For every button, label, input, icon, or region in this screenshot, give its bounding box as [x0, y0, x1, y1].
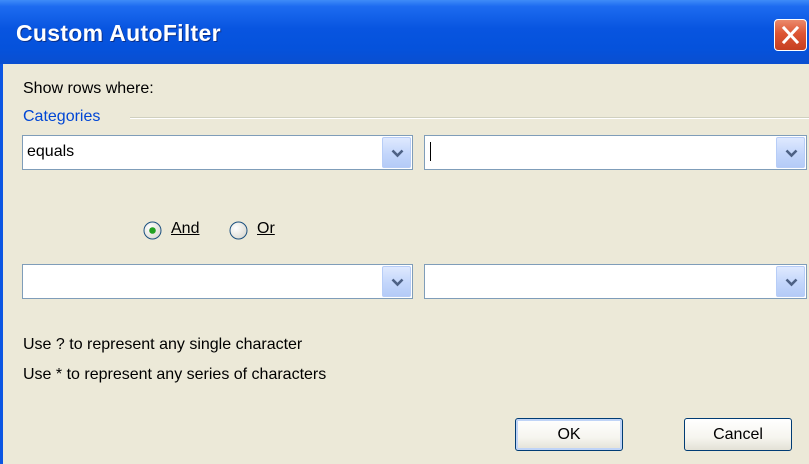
operator-1-dropdown-button[interactable]: [382, 137, 411, 168]
chevron-down-icon: [391, 149, 404, 158]
radio-and[interactable]: [143, 221, 162, 240]
operator-1-dropdown[interactable]: equals: [22, 135, 413, 170]
chevron-down-icon: [391, 278, 404, 287]
hint-single-character: Use ? to represent any single character: [23, 336, 303, 353]
group-label-categories: Categories: [23, 108, 101, 125]
title-bar[interactable]: Custom AutoFilter: [0, 0, 809, 64]
value-1-dropdown-button[interactable]: [776, 137, 805, 168]
value-2-dropdown-button[interactable]: [776, 266, 805, 297]
operator-1-value: equals: [27, 143, 75, 160]
text-cursor: [430, 142, 431, 161]
radio-or[interactable]: [229, 221, 248, 240]
radio-and-label[interactable]: And: [171, 220, 199, 238]
value-1-dropdown[interactable]: [424, 135, 807, 170]
operator-2-dropdown-button[interactable]: [382, 266, 411, 297]
group-separator: [130, 117, 809, 119]
dialog-body: Show rows where: Categories equals And O…: [3, 64, 809, 464]
show-rows-label: Show rows where:: [23, 80, 154, 97]
close-button[interactable]: [774, 19, 807, 51]
hint-series-characters: Use * to represent any series of charact…: [23, 366, 327, 383]
radio-or-label[interactable]: Or: [257, 220, 275, 238]
chevron-down-icon: [785, 149, 798, 158]
chevron-down-icon: [785, 278, 798, 287]
operator-2-dropdown[interactable]: [22, 264, 413, 299]
ok-button[interactable]: OK: [515, 418, 623, 451]
window-title: Custom AutoFilter: [16, 20, 221, 46]
cancel-button[interactable]: Cancel: [684, 418, 792, 451]
close-icon: [781, 25, 800, 45]
value-2-dropdown[interactable]: [424, 264, 807, 299]
